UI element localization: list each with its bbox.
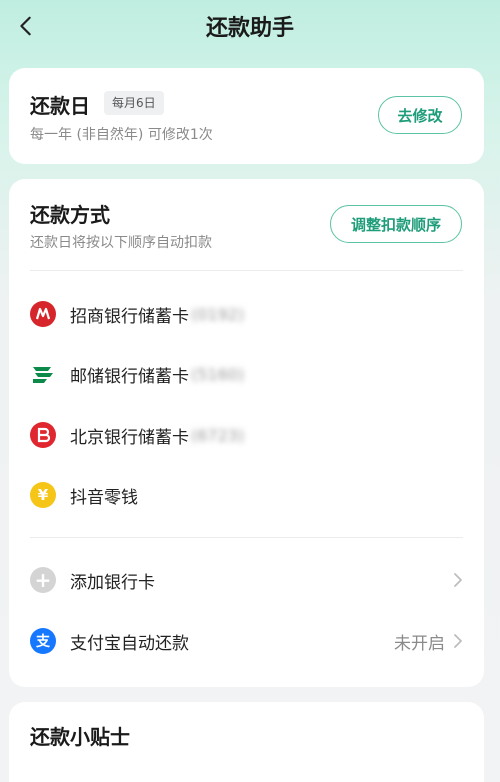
adjust-order-button[interactable]: 调整扣款顺序 bbox=[330, 205, 462, 243]
bob-bank-icon bbox=[30, 422, 56, 448]
row-right: 未开启 bbox=[394, 629, 463, 654]
header: 还款助手 bbox=[0, 0, 500, 56]
repay-day-title: 还款日 bbox=[30, 94, 90, 118]
repay-method-card: 还款方式 还款日将按以下顺序自动扣款 调整扣款顺序 招商银行储蓄卡 (0192)… bbox=[9, 179, 484, 687]
alipay-auto-repay-row[interactable]: 支 支付宝自动还款 未开启 bbox=[30, 621, 463, 661]
repay-day-badge: 每月6日 bbox=[104, 91, 164, 115]
account-item-psbc[interactable]: 邮储银行储蓄卡 (5160) bbox=[30, 354, 463, 394]
account-label: 抖音零钱 bbox=[70, 487, 138, 508]
repay-tips-title: 还款小贴士 bbox=[30, 725, 130, 749]
repay-method-title: 还款方式 bbox=[30, 203, 110, 227]
repay-tips-card: 还款小贴士 bbox=[9, 702, 484, 782]
chevron-right-icon bbox=[453, 572, 463, 588]
modify-button[interactable]: 去修改 bbox=[378, 96, 462, 134]
psbc-bank-icon bbox=[30, 361, 56, 387]
account-label: 邮储银行储蓄卡 bbox=[70, 366, 189, 387]
repay-method-note: 还款日将按以下顺序自动扣款 bbox=[30, 235, 212, 251]
row-right bbox=[453, 572, 463, 588]
add-bank-card-row[interactable]: + 添加银行卡 bbox=[30, 560, 463, 600]
divider bbox=[30, 270, 463, 271]
cmb-bank-icon bbox=[30, 301, 56, 327]
alipay-auto-repay-label: 支付宝自动还款 bbox=[70, 633, 189, 654]
account-number-masked: (0192) bbox=[191, 304, 245, 324]
divider bbox=[30, 537, 463, 538]
plus-icon: + bbox=[30, 567, 56, 593]
page-title: 还款助手 bbox=[205, 16, 294, 41]
account-label: 招商银行储蓄卡 bbox=[70, 306, 189, 327]
account-number-masked: (6723) bbox=[191, 425, 245, 445]
alipay-icon: 支 bbox=[30, 628, 56, 654]
repay-day-card: 还款日 每月6日 每一年 (非自然年) 可修改1次 去修改 bbox=[9, 68, 484, 164]
account-number-masked: (5160) bbox=[191, 364, 245, 384]
account-label: 北京银行储蓄卡 bbox=[70, 427, 189, 448]
add-bank-card-label: 添加银行卡 bbox=[70, 572, 155, 593]
account-item-bob[interactable]: 北京银行储蓄卡 (6723) bbox=[30, 415, 463, 455]
chevron-right-icon bbox=[453, 633, 463, 649]
account-item-douyin-wallet[interactable]: ¥ 抖音零钱 bbox=[30, 475, 463, 515]
repay-day-note: 每一年 (非自然年) 可修改1次 bbox=[30, 127, 213, 143]
alipay-status: 未开启 bbox=[394, 633, 445, 654]
account-item-cmb[interactable]: 招商银行储蓄卡 (0192) bbox=[30, 294, 463, 334]
yuan-coin-icon: ¥ bbox=[30, 482, 56, 508]
